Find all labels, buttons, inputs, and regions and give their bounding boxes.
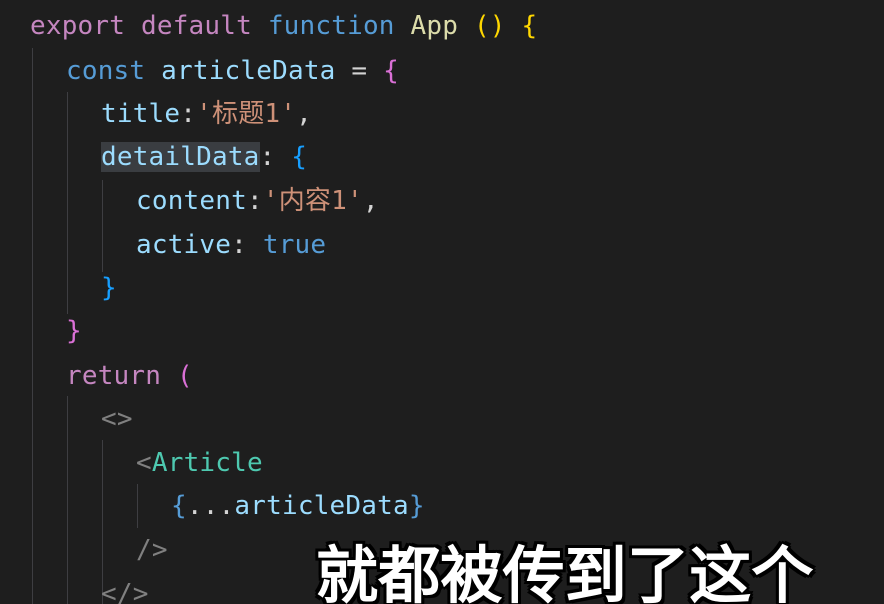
brace: { (291, 142, 308, 172)
colon: : (180, 99, 197, 129)
keyword-function: function (267, 11, 395, 41)
string-value: '内容1' (262, 186, 363, 216)
keyword-export: export (30, 11, 126, 41)
variable-name: articleData (161, 56, 336, 86)
code-line-2[interactable]: const articleData = { (66, 51, 399, 91)
property-key: active (136, 230, 232, 260)
code-line-4[interactable]: detailData: { (101, 137, 307, 177)
spread-operator: ... (186, 491, 235, 521)
jsx-angle: < (136, 448, 152, 478)
code-editor[interactable]: export default function App () { const a… (0, 0, 884, 604)
paren: ( (473, 11, 490, 41)
brace: { (383, 56, 399, 86)
code-line-11[interactable]: <Article (136, 443, 263, 483)
indent-guide (67, 396, 68, 604)
code-line-14[interactable]: </> (101, 574, 149, 604)
indent-guide (67, 92, 68, 314)
brace: { (521, 11, 538, 41)
code-line-8[interactable]: } (66, 311, 82, 351)
code-line-9[interactable]: return ( (66, 356, 193, 396)
indent-guide (137, 484, 138, 528)
paren: ( (176, 361, 193, 391)
video-subtitle: 就都被传到了这个 (316, 539, 814, 604)
jsx-self-close: /> (136, 535, 168, 565)
variable-name: articleData (234, 491, 409, 521)
code-line-12[interactable]: {...articleData} (171, 486, 425, 526)
code-line-7[interactable]: } (101, 268, 117, 308)
comma: , (362, 186, 379, 216)
indent-guide (32, 48, 33, 604)
indent-guide (102, 180, 103, 272)
code-line-13[interactable]: /> (136, 530, 168, 570)
property-key: content (136, 186, 247, 216)
operator: = (351, 56, 368, 86)
function-name: App (410, 11, 459, 41)
boolean-value: true (262, 230, 327, 260)
comma: , (296, 99, 312, 129)
brace: } (408, 491, 425, 521)
brace: } (66, 316, 82, 346)
code-line-6[interactable]: active: true (136, 225, 326, 265)
jsx-fragment-close: </> (101, 579, 149, 604)
code-line-1[interactable]: export default function App () { (30, 6, 537, 46)
property-key: detailData (101, 142, 260, 172)
jsx-fragment-open: <> (101, 404, 133, 434)
paren: ) (489, 11, 506, 41)
string-value: '标题1' (196, 99, 297, 129)
colon: : (246, 186, 263, 216)
keyword-return: return (66, 361, 162, 391)
code-line-10[interactable]: <> (101, 399, 133, 439)
code-line-3[interactable]: title:'标题1', (101, 94, 312, 134)
brace: } (101, 273, 117, 303)
property-key: title (101, 99, 181, 129)
colon: : (231, 230, 247, 260)
keyword-default: default (140, 11, 252, 41)
colon: : (259, 142, 276, 172)
brace: { (171, 491, 187, 521)
jsx-component-name: Article (151, 448, 263, 478)
keyword-const: const (66, 56, 146, 86)
code-line-5[interactable]: content:'内容1', (136, 181, 379, 221)
